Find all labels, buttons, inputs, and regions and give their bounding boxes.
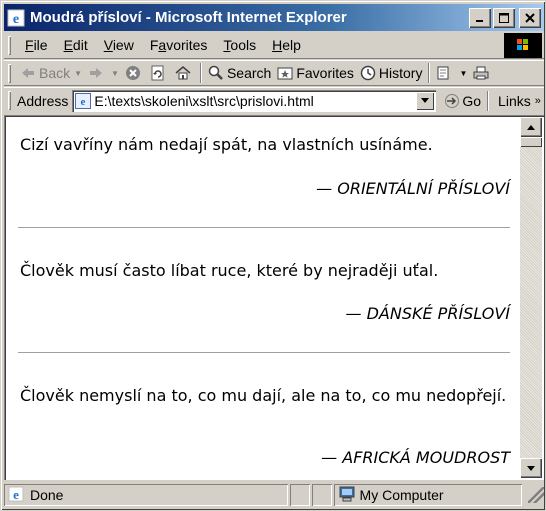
status-panel-empty xyxy=(312,484,332,506)
home-button[interactable] xyxy=(172,62,197,84)
chevron-right-icon[interactable]: » xyxy=(535,95,541,107)
home-icon xyxy=(175,65,191,81)
stop-icon xyxy=(125,65,141,81)
minimize-icon xyxy=(476,19,483,22)
address-bar: Address e E:\texts\skoleni\xslt\src\pris… xyxy=(4,87,544,113)
ie-icon: e xyxy=(7,9,25,27)
address-grip[interactable] xyxy=(8,91,11,110)
history-label: History xyxy=(378,65,423,81)
close-button[interactable] xyxy=(519,7,541,28)
page-icon: e xyxy=(75,92,92,109)
forward-button[interactable]: ▼ xyxy=(85,62,122,84)
mail-icon xyxy=(436,65,452,81)
resize-grip[interactable] xyxy=(528,487,544,503)
back-button[interactable]: Back ▼ xyxy=(17,62,85,84)
refresh-button[interactable] xyxy=(147,62,172,84)
menu-favorites[interactable]: Favorites xyxy=(142,37,216,53)
status-panel-empty xyxy=(290,484,310,506)
computer-icon xyxy=(338,486,356,505)
quote-attribution: — AFRICKÁ MOUDROST xyxy=(321,448,510,467)
go-button[interactable]: Go xyxy=(444,93,481,109)
zone-text: My Computer xyxy=(359,487,444,503)
back-label: Back xyxy=(39,65,71,81)
ie-icon: e xyxy=(8,486,24,505)
menu-edit[interactable]: Edit xyxy=(56,37,96,53)
svg-text:e: e xyxy=(13,487,19,502)
scroll-down-button[interactable] xyxy=(520,458,542,478)
print-button[interactable] xyxy=(470,62,495,84)
browser-window: e Moudrá přísloví - Microsoft Internet E… xyxy=(0,0,546,511)
scroll-up-button[interactable] xyxy=(520,117,542,137)
favorites-button[interactable]: Favorites xyxy=(274,62,357,84)
vertical-scrollbar[interactable] xyxy=(520,117,542,478)
chevron-down-icon xyxy=(527,465,535,471)
scroll-thumb[interactable] xyxy=(520,137,542,147)
mail-dropdown-icon[interactable]: ▼ xyxy=(459,69,467,78)
toolbar-grip[interactable] xyxy=(8,64,11,83)
menu-bar: File Edit View Favorites Tools Help xyxy=(4,32,544,59)
refresh-icon xyxy=(150,65,166,81)
favorites-label: Favorites xyxy=(296,65,354,81)
menu-view[interactable]: View xyxy=(96,37,142,53)
forward-arrow-icon xyxy=(88,65,104,81)
quote-text: Člověk musí často líbat ruce, které by n… xyxy=(20,261,439,280)
address-url[interactable]: E:\texts\skoleni\xslt\src\prislovi.html xyxy=(94,93,416,109)
stop-button[interactable] xyxy=(122,62,147,84)
quote-text: Cizí vavříny nám nedají spát, na vlastní… xyxy=(20,135,433,154)
links-button[interactable]: Links xyxy=(498,93,531,109)
zone-panel: My Computer xyxy=(334,484,523,506)
divider xyxy=(18,227,510,229)
quote-attribution: — DÁNSKÉ PŘÍSLOVÍ xyxy=(345,304,510,323)
toolbar-separator xyxy=(428,63,430,83)
menu-file[interactable]: File xyxy=(17,37,56,53)
search-icon xyxy=(208,65,224,81)
divider xyxy=(18,352,510,354)
content-frame: Cizí vavříny nám nedají spát, na vlastní… xyxy=(4,115,544,480)
menu-help[interactable]: Help xyxy=(264,37,309,53)
maximize-icon xyxy=(499,12,509,23)
toolbar-separator xyxy=(200,63,202,83)
favorites-icon xyxy=(277,65,293,81)
close-icon xyxy=(525,12,535,23)
standard-toolbar: Back ▼ ▼ Search Favorites History ▼ xyxy=(4,60,544,86)
quote-attribution: — ORIENTÁLNÍ PŘÍSLOVÍ xyxy=(316,179,510,198)
address-input[interactable]: e E:\texts\skoleni\xslt\src\prislovi.htm… xyxy=(72,89,437,112)
minimize-button[interactable] xyxy=(469,7,491,28)
svg-text:e: e xyxy=(13,12,19,27)
status-panel: e Done xyxy=(4,484,288,506)
window-title: Moudrá přísloví - Microsoft Internet Exp… xyxy=(30,9,347,26)
history-button[interactable]: History xyxy=(357,62,426,84)
address-label: Address xyxy=(17,92,69,109)
menu-tools[interactable]: Tools xyxy=(215,37,264,53)
back-arrow-icon xyxy=(20,65,36,81)
address-dropdown-button[interactable] xyxy=(416,91,435,110)
search-label: Search xyxy=(226,65,272,81)
menu-grip[interactable] xyxy=(8,36,11,55)
chevron-down-icon xyxy=(421,98,430,103)
go-label: Go xyxy=(462,92,482,109)
chevron-up-icon xyxy=(527,124,535,130)
back-dropdown-icon[interactable]: ▼ xyxy=(74,69,82,78)
svg-text:e: e xyxy=(81,96,86,108)
windows-logo-icon xyxy=(504,32,542,58)
go-arrow-icon xyxy=(445,93,460,108)
status-text: Done xyxy=(30,487,64,503)
address-separator xyxy=(487,91,489,111)
maximize-button[interactable] xyxy=(493,7,515,28)
forward-dropdown-icon[interactable]: ▼ xyxy=(111,69,119,78)
history-icon xyxy=(360,65,376,81)
search-button[interactable]: Search xyxy=(205,62,274,84)
quote-text: Člověk nemyslí na to, co mu dají, ale na… xyxy=(20,386,507,405)
status-bar: e Done My Computer xyxy=(4,482,544,508)
mail-button[interactable]: ▼ xyxy=(433,62,470,84)
title-bar[interactable]: e Moudrá přísloví - Microsoft Internet E… xyxy=(4,4,544,31)
print-icon xyxy=(473,65,489,81)
page-content: Cizí vavříny nám nedají spát, na vlastní… xyxy=(6,117,520,478)
